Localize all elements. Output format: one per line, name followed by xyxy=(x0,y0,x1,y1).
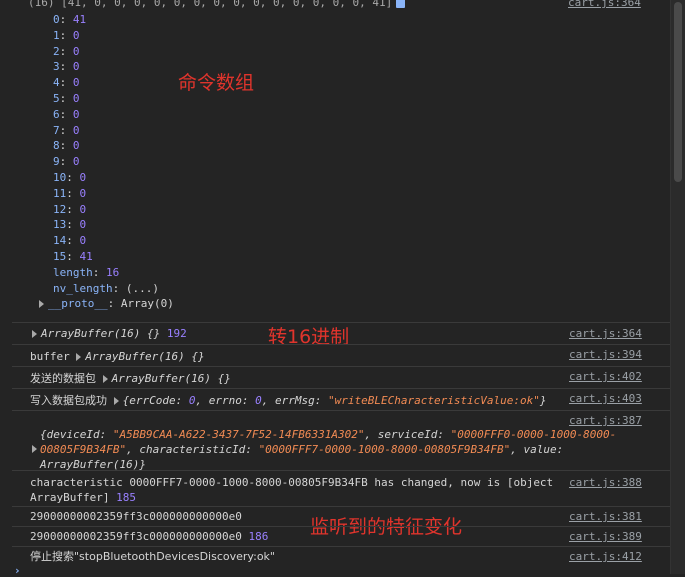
source-link[interactable]: cart.js:388 xyxy=(569,475,642,490)
array-item: 4: 0 xyxy=(53,76,80,90)
log-entry[interactable]: 发送的数据包 ArrayBuffer(16) {} cart.js:402 xyxy=(12,366,671,389)
log-entry[interactable]: 29000000002359ff3c000000000000e0 cart.js… xyxy=(12,506,671,527)
source-link[interactable]: cart.js:381 xyxy=(569,509,642,524)
array-item: 6: 0 xyxy=(53,107,80,121)
array-item: 10: 0 xyxy=(53,170,87,184)
expand-arrow-icon[interactable] xyxy=(113,397,119,405)
info-icon[interactable] xyxy=(396,0,406,8)
annotation-command-array: 命令数组 xyxy=(178,72,255,94)
array-nv-length[interactable]: nv_length: (...) xyxy=(53,281,174,297)
array-expanded: 0: 41 1: 0 2: 0 3: 0 4: 0 5: 0 6: 0 7: 0… xyxy=(39,12,174,312)
array-item: 14: 0 xyxy=(53,234,87,248)
log-entry[interactable]: 停止搜索"stopBluetoothDevicesDiscovery:ok" c… xyxy=(12,546,671,567)
expand-arrow-icon[interactable] xyxy=(39,300,44,309)
array-item: 5: 0 xyxy=(53,91,80,105)
source-link[interactable]: cart.js:387 xyxy=(569,413,642,428)
array-length: length: 16 xyxy=(53,265,120,279)
source-link[interactable]: cart.js:364 xyxy=(568,0,641,9)
expand-arrow-icon[interactable] xyxy=(32,445,37,453)
log-entry[interactable]: ArrayBuffer(16) {} 192 cart.js:364 xyxy=(12,322,671,345)
console-prompt-icon[interactable]: › xyxy=(14,564,21,577)
array-item: 12: 0 xyxy=(53,202,87,216)
array-item: 9: 0 xyxy=(53,155,80,169)
array-item: 3: 0 xyxy=(53,60,80,74)
array-summary-text: (16) [41, 0, 0, 0, 0, 0, 0, 0, 0, 0, 0, … xyxy=(28,0,393,9)
array-item: 7: 0 xyxy=(53,123,80,137)
console-scrollbar[interactable] xyxy=(670,0,685,574)
source-link[interactable]: cart.js:394 xyxy=(569,347,642,362)
log-entry[interactable]: 写入数据包成功 {errCode: 0, errno: 0, errMsg: "… xyxy=(12,388,671,411)
source-link[interactable]: cart.js:412 xyxy=(569,549,642,564)
log-entry[interactable]: characteristic 0000FFF7-0000-1000-8000-0… xyxy=(12,470,671,507)
write-result-object: {errCode: 0, errno: 0, errMsg: "writeBLE… xyxy=(122,394,547,407)
source-link[interactable]: cart.js:389 xyxy=(569,529,642,544)
device-info-object: {deviceId: "A5BB9CAA-A622-3437-7F52-14FB… xyxy=(40,428,617,471)
log-entry[interactable]: 29000000002359ff3c000000000000e0 186 car… xyxy=(12,526,671,547)
source-link[interactable]: cart.js:402 xyxy=(569,369,642,384)
array-summary-row[interactable]: (16) [41, 0, 0, 0, 0, 0, 0, 0, 0, 0, 0, … xyxy=(28,0,641,10)
expand-arrow-icon[interactable] xyxy=(32,330,37,338)
array-item: 11: 0 xyxy=(53,186,87,200)
scrollbar-thumb[interactable] xyxy=(674,2,682,182)
expand-arrow-icon[interactable] xyxy=(102,375,108,383)
expand-arrow-icon[interactable] xyxy=(76,353,82,361)
array-item: 15: 41 xyxy=(53,249,93,263)
array-proto[interactable]: __proto__: Array(0) xyxy=(39,296,174,312)
array-item: 8: 0 xyxy=(53,139,80,153)
source-link[interactable]: cart.js:364 xyxy=(569,326,642,341)
log-entry[interactable]: buffer ArrayBuffer(16) {} cart.js:394 xyxy=(12,344,671,367)
array-item: 0: 41 xyxy=(53,13,87,26)
log-entry[interactable]: cart.js:387 {deviceId: "A5BB9CAA-A622-34… xyxy=(12,410,671,471)
array-item: 13: 0 xyxy=(53,218,87,232)
console-gutter xyxy=(0,0,12,574)
array-item: 1: 0 xyxy=(53,28,80,42)
array-item: 2: 0 xyxy=(53,44,80,58)
source-link[interactable]: cart.js:403 xyxy=(569,391,642,406)
